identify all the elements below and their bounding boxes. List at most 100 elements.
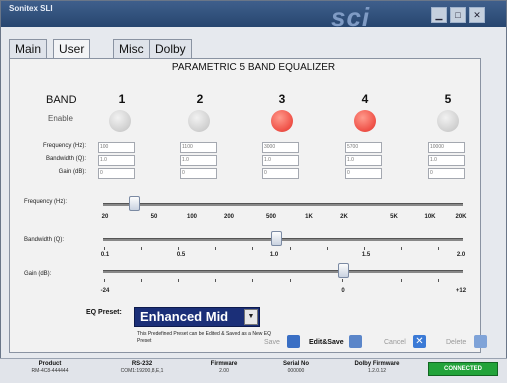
frequency-tick-label: 5K <box>390 214 398 220</box>
band-3-frequency-field[interactable]: 3000 <box>262 142 299 153</box>
gain-tick-mark <box>290 279 291 282</box>
frequency-tick-label: 50 <box>150 214 158 220</box>
status-serial: Serial No 000000 <box>266 361 326 374</box>
tab-user-eq[interactable]: User EQ <box>53 39 91 74</box>
enable-label: Enable <box>48 114 73 123</box>
band-3-bandwidth-field[interactable]: 1.0 <box>262 155 299 166</box>
gain-tick-label: 0 <box>341 288 345 294</box>
band-1-gain-field[interactable]: 0 <box>98 168 135 179</box>
frequency-tick-label: 1K <box>305 214 313 220</box>
bandwidth-tick-mark <box>215 247 216 250</box>
frequency-tick-label: 100 <box>186 214 197 220</box>
band-4-enable-toggle[interactable] <box>354 110 376 132</box>
gain-tick-mark <box>438 279 439 282</box>
frequency-tick-label: 20K <box>455 214 467 220</box>
gain-fields-label: Gain (dB): <box>58 169 86 175</box>
band-number-2: 2 <box>196 92 204 106</box>
status-rs232-value: COM1:19200,8,E,1 <box>120 368 164 374</box>
gain-tick-label: -24 <box>100 288 110 294</box>
status-product-label: Product <box>38 361 62 367</box>
minimize-icon[interactable]: ▁ <box>431 7 447 23</box>
bandwidth-tick-mark <box>104 247 105 250</box>
band-1-enable-toggle[interactable] <box>109 110 131 132</box>
frequency-fields-label: Frequency (Hz): <box>42 143 86 149</box>
band-2-bandwidth-field[interactable]: 1.0 <box>180 155 217 166</box>
band-number-5: 5 <box>444 92 452 106</box>
gain-tick-mark <box>178 279 179 282</box>
bandwidth-tick-mark <box>438 247 439 250</box>
status-rs232-label: RS-232 <box>131 361 153 367</box>
gain-slider-label: Gain (dB): <box>24 271 52 277</box>
band-2-frequency-field[interactable]: 1100 <box>180 142 217 153</box>
gain-slider-track[interactable] <box>103 270 463 273</box>
cancel-label: Cancel <box>384 339 406 346</box>
bandwidth-slider-track[interactable] <box>103 238 463 241</box>
tab-misc[interactable]: Misc <box>113 39 150 58</box>
frequency-slider-label: Frequency (Hz): <box>24 199 68 205</box>
close-icon[interactable]: ✕ <box>469 7 485 23</box>
bandwidth-tick-mark <box>401 247 402 250</box>
close-icon: ✕ <box>413 335 426 348</box>
pencil-icon <box>349 335 362 348</box>
eq-preset-value: Enhanced Mid <box>140 309 229 324</box>
band-3-gain-field[interactable]: 0 <box>262 168 299 179</box>
bandwidth-slider-thumb[interactable] <box>271 231 282 246</box>
tab-main[interactable]: Main <box>9 39 48 58</box>
status-bar: Product RM-4C8-444444 RS-232 COM1:19200,… <box>0 358 507 383</box>
gain-tick-mark <box>215 279 216 282</box>
status-product-value: RM-4C8-444444 <box>31 368 69 374</box>
bandwidth-tick-label: 0.1 <box>100 252 110 258</box>
band-4-gain-field[interactable]: 0 <box>345 168 382 179</box>
band-5-frequency-field[interactable]: 10000 <box>428 142 465 153</box>
page-title: PARAMETRIC 5 BAND EQUALIZER <box>171 62 336 73</box>
band-5-gain-field[interactable]: 0 <box>428 168 465 179</box>
window-title: Sonitex SLI <box>9 4 53 13</box>
gain-tick-mark <box>401 279 402 282</box>
frequency-slider-thumb[interactable] <box>129 196 140 211</box>
bandwidth-tick-label: 1.0 <box>269 252 279 258</box>
bandwidth-tick-label: 0.5 <box>176 252 186 258</box>
edit-save-label: Edit&Save <box>309 339 344 346</box>
band-2-gain-field[interactable]: 0 <box>180 168 217 179</box>
save-icon <box>287 335 300 348</box>
band-number-4: 4 <box>361 92 369 106</box>
trash-icon <box>474 335 487 348</box>
band-5-enable-toggle[interactable] <box>437 110 459 132</box>
frequency-slider-track[interactable] <box>103 203 463 206</box>
gain-tick-mark <box>141 279 142 282</box>
save-label: Save <box>264 339 280 346</box>
eq-preset-select[interactable]: Enhanced Mid ▼ <box>134 307 260 327</box>
frequency-tick-label: 20 <box>101 214 109 220</box>
band-number-1: 1 <box>118 92 126 106</box>
title-bar: Sonitex SLI sci ▁ □ ✕ <box>1 1 506 32</box>
band-4-bandwidth-field[interactable]: 1.0 <box>345 155 382 166</box>
frequency-tick-label: 2K <box>340 214 348 220</box>
eq-preset-label: EQ Preset: <box>86 309 122 316</box>
band-3-enable-toggle[interactable] <box>271 110 293 132</box>
gain-tick-label: +12 <box>455 288 467 294</box>
band-1-bandwidth-field[interactable]: 1.0 <box>98 155 135 166</box>
status-dolby-label: Dolby Firmware <box>354 361 400 367</box>
bandwidth-tick-mark <box>178 247 179 250</box>
gain-slider-thumb[interactable] <box>338 263 349 278</box>
gain-tick-mark <box>104 279 105 282</box>
status-product: Product RM-4C8-444444 <box>12 361 88 374</box>
bandwidth-tick-mark <box>141 247 142 250</box>
band-4-frequency-field[interactable]: 5700 <box>345 142 382 153</box>
bandwidth-slider-label: Bandwidth (Q): <box>24 237 65 243</box>
sci-logo: sci <box>331 2 371 32</box>
band-label: BAND <box>46 94 77 106</box>
band-2-enable-toggle[interactable] <box>188 110 210 132</box>
chevron-down-icon[interactable]: ▼ <box>244 309 258 325</box>
frequency-tick-label: 10K <box>424 214 436 220</box>
band-1-frequency-field[interactable]: 100 <box>98 142 135 153</box>
bandwidth-tick-label: 1.5 <box>361 252 371 258</box>
maximize-icon[interactable]: □ <box>450 7 466 23</box>
status-firmware: Firmware 2.00 <box>196 361 252 374</box>
status-dolby-value: 1.2.0.12 <box>367 368 387 374</box>
band-5-bandwidth-field[interactable]: 1.0 <box>428 155 465 166</box>
frequency-tick-label: 500 <box>265 214 276 220</box>
preset-note: This Predefined Preset can be Edited & S… <box>137 331 271 344</box>
tab-dolby[interactable]: Dolby <box>149 39 192 58</box>
gain-tick-mark <box>342 279 343 282</box>
